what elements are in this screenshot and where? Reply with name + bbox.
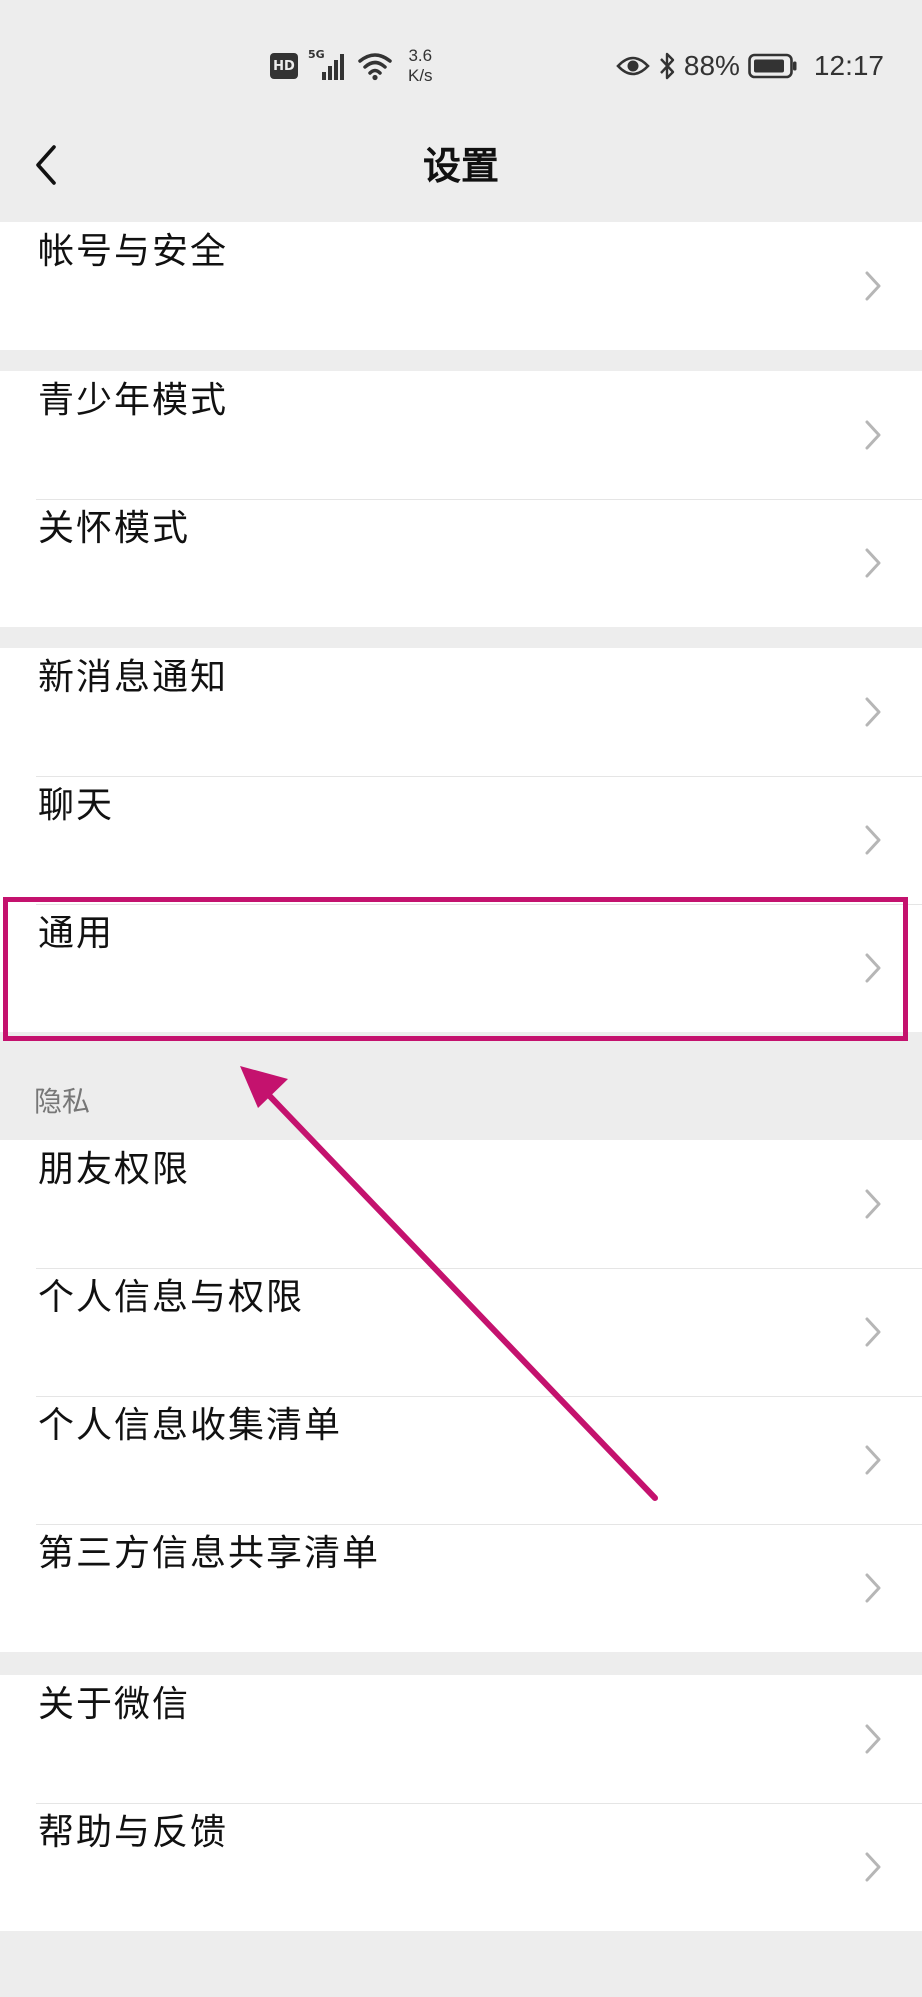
settings-item-teen-mode[interactable]: 青少年模式 [0, 371, 922, 499]
cellular-signal-icon: 5G [308, 48, 348, 84]
chevron-right-icon [865, 953, 881, 983]
settings-item-label: 新消息通知 [38, 657, 229, 698]
network-speed-unit: K/s [408, 66, 433, 85]
settings-item-label: 通用 [38, 913, 115, 954]
battery-percent: 88% [683, 50, 740, 81]
chevron-right-icon [865, 697, 881, 727]
settings-item-chat[interactable]: 聊天 [0, 776, 922, 904]
settings-item-care-mode[interactable]: 关怀模式 [0, 499, 922, 627]
settings-item-friend-permissions[interactable]: 朋友权限 [0, 1140, 922, 1268]
settings-item-general[interactable]: 通用 [0, 904, 922, 1032]
chevron-right-icon [865, 548, 881, 578]
settings-item-label: 帐号与安全 [38, 231, 229, 272]
settings-item-label: 个人信息与权限 [38, 1277, 305, 1318]
chevron-right-icon [865, 825, 881, 855]
chevron-right-icon [865, 1189, 881, 1219]
network-speed-value: 3.6 [408, 46, 433, 65]
clock: 12:17 [813, 50, 884, 81]
settings-item-label: 个人信息收集清单 [38, 1405, 343, 1446]
settings-item-account-security[interactable]: 帐号与安全 [0, 222, 922, 350]
settings-group-privacy: 朋友权限 个人信息与权限 个人信息收集清单 第三方信息共享清单 [0, 1140, 922, 1652]
chevron-right-icon [865, 420, 881, 450]
chevron-right-icon [865, 1852, 881, 1882]
settings-item-notifications[interactable]: 新消息通知 [0, 648, 922, 776]
chevron-right-icon [865, 1445, 881, 1475]
page-title: 设置 [422, 144, 499, 188]
settings-item-label: 朋友权限 [38, 1149, 191, 1190]
settings-item-third-party-sharing[interactable]: 第三方信息共享清单 [0, 1524, 922, 1652]
settings-item-label: 帮助与反馈 [38, 1812, 229, 1853]
status-bar-left: HD 5G 3.6 K/s [270, 44, 433, 88]
wifi-icon [358, 51, 392, 81]
chevron-right-icon [865, 1317, 881, 1347]
status-bar-right: 88% 12:17 [616, 46, 884, 86]
settings-item-label: 关怀模式 [38, 508, 191, 549]
chevron-right-icon [865, 1573, 881, 1603]
settings-group-modes: 青少年模式 关怀模式 [0, 371, 922, 627]
settings-item-label: 青少年模式 [38, 380, 229, 421]
settings-item-label: 第三方信息共享清单 [38, 1533, 381, 1574]
hd-badge: HD [270, 53, 298, 79]
settings-item-help-feedback[interactable]: 帮助与反馈 [0, 1803, 922, 1931]
eye-icon [616, 54, 650, 78]
network-speed: 3.6 K/s [408, 46, 433, 86]
section-header-privacy: 隐私 [34, 1085, 91, 1118]
settings-group-account: 帐号与安全 [0, 222, 922, 350]
settings-group-about: 关于微信 帮助与反馈 [0, 1675, 922, 1931]
settings-group-general: 新消息通知 聊天 通用 [0, 648, 922, 1032]
settings-item-personal-info-permissions[interactable]: 个人信息与权限 [0, 1268, 922, 1396]
navigation-bar: 设置 [0, 110, 922, 222]
settings-item-label: 聊天 [38, 785, 115, 826]
chevron-right-icon [865, 271, 881, 301]
settings-item-personal-info-collection[interactable]: 个人信息收集清单 [0, 1396, 922, 1524]
chevron-right-icon [865, 1724, 881, 1754]
battery-icon [748, 53, 798, 79]
settings-item-about-wechat[interactable]: 关于微信 [0, 1675, 922, 1803]
settings-item-label: 关于微信 [38, 1684, 191, 1725]
bluetooth-icon [658, 51, 676, 81]
